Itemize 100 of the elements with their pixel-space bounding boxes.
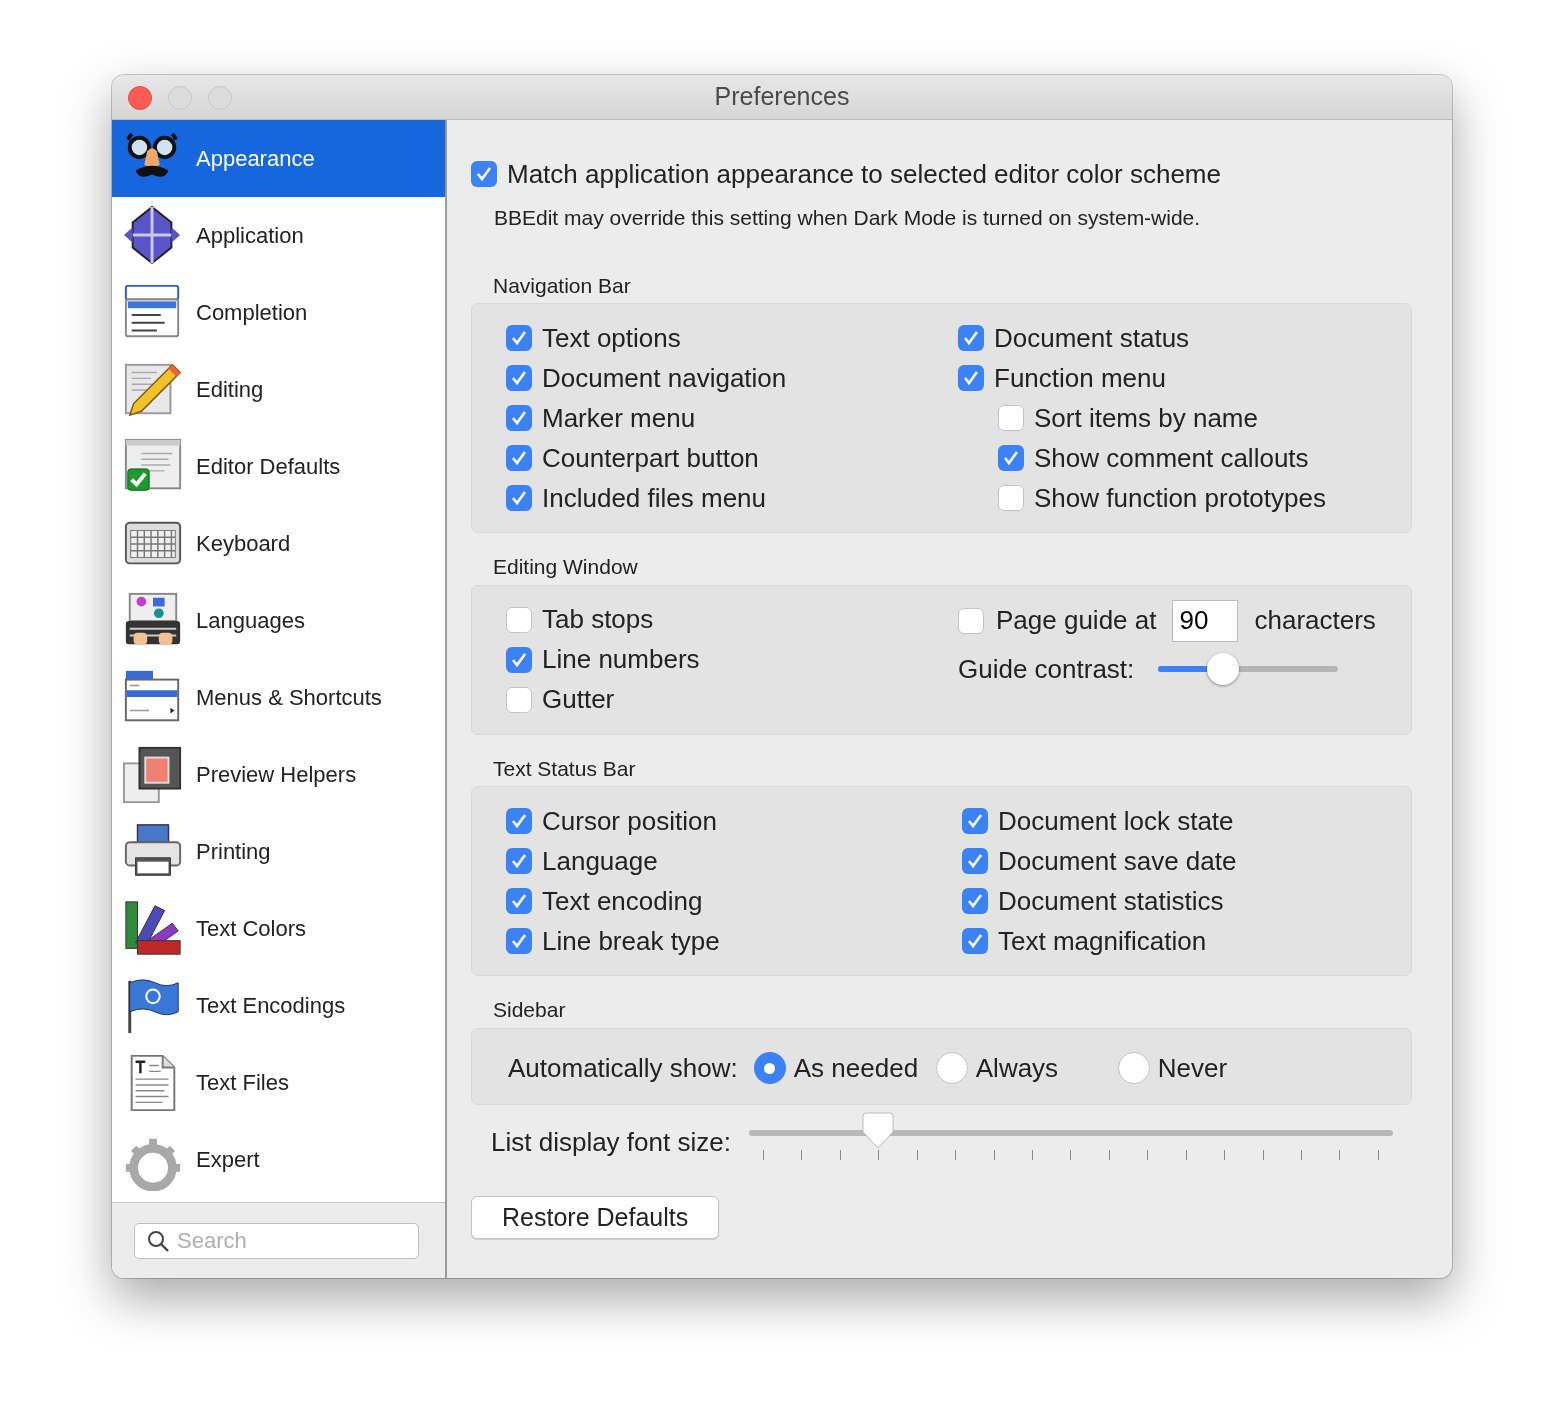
sidebar-item[interactable]: Keyboard [112, 505, 445, 582]
checkbox-label: Document navigation [542, 361, 787, 395]
slider-thumb[interactable] [1207, 653, 1240, 685]
checkbox[interactable] [506, 485, 532, 511]
sidebar-item[interactable]: Appearance [112, 120, 445, 197]
checkbox-label: Document lock state [998, 804, 1234, 838]
checkbox[interactable] [958, 365, 984, 391]
close-window-button[interactable] [128, 86, 152, 110]
sidebar-item[interactable]: Menus & Shortcuts [112, 659, 445, 736]
checkmark-icon [510, 852, 528, 870]
checkbox-label: Line numbers [542, 643, 700, 676]
slider-thumb[interactable] [862, 1112, 895, 1150]
checkbox-label: Tab stops [542, 603, 654, 636]
checkmark-icon [966, 812, 984, 830]
checkbox[interactable] [998, 485, 1024, 511]
checkmark-icon [962, 369, 980, 387]
description-text: BBEdit may override this setting when Dark Mode is turned on system-wide. [494, 205, 1202, 231]
checkbox-label: Show comment callouts [1034, 441, 1309, 475]
checkbox[interactable] [506, 606, 532, 633]
sidebar-item[interactable]: Printing [112, 813, 445, 890]
checkmark-icon [966, 852, 984, 870]
slider-label: Guide contrast: [958, 652, 1135, 686]
search-icon [146, 1228, 170, 1253]
search-field[interactable]: Search [134, 1222, 419, 1259]
radio-label: Never [1157, 1051, 1228, 1085]
checkbox-label: Match application appearance to selected editor color scheme [507, 157, 1221, 191]
checkbox[interactable] [471, 161, 497, 187]
checkbox-label: Language [542, 844, 658, 878]
radio-group-label: Automatically show: [508, 1051, 738, 1085]
checkmark-icon [510, 892, 528, 910]
checkmark-icon [510, 369, 528, 387]
radio-label: As needed [793, 1051, 919, 1085]
checkbox-label: Text options [542, 321, 681, 355]
checkbox-label: Sort items by name [1034, 401, 1258, 435]
sidebar-item[interactable]: Text Encodings [112, 967, 445, 1044]
checkbox[interactable] [506, 646, 532, 673]
checkbox-label: Document statistics [998, 884, 1224, 918]
restore-defaults-button[interactable]: Restore Defaults [471, 1195, 720, 1239]
sidebar-item[interactable]: Languages [112, 582, 445, 659]
checkbox[interactable] [506, 325, 532, 351]
checkbox-label: Counterpart button [542, 441, 759, 475]
checkbox[interactable] [962, 808, 988, 834]
checkmark-icon [510, 409, 528, 427]
checkbox[interactable] [506, 888, 532, 914]
radio-button[interactable] [935, 1052, 968, 1084]
section-title: Sidebar [493, 997, 567, 1023]
checkbox[interactable] [998, 445, 1024, 471]
sidebar-item[interactable]: Application [112, 197, 445, 274]
sidebar-item[interactable]: Text Files [112, 1044, 445, 1121]
sidebar-item[interactable]: Text Colors [112, 890, 445, 967]
checkbox[interactable] [998, 405, 1024, 431]
checkbox[interactable] [506, 365, 532, 391]
checkmark-icon [962, 329, 980, 347]
checkbox[interactable] [506, 445, 532, 471]
checkbox-label: Page guide at [996, 604, 1157, 637]
sidebar-item[interactable]: Completion [112, 274, 445, 351]
checkbox-label: Text encoding [542, 884, 703, 918]
checkbox[interactable] [506, 405, 532, 431]
checkbox-label: Gutter [542, 683, 615, 716]
sidebar-item[interactable]: Editor Defaults [112, 428, 445, 505]
checkbox[interactable] [506, 848, 532, 874]
sidebar-item[interactable]: Editing [112, 351, 445, 428]
unit-label: characters [1254, 604, 1376, 637]
checkbox-label: Document status [994, 321, 1190, 355]
checkbox-label: Text magnification [998, 924, 1207, 958]
sidebar-item[interactable]: Preview Helpers [112, 736, 445, 813]
checkmark-icon [475, 165, 493, 183]
checkbox[interactable] [506, 808, 532, 834]
checkmark-icon [510, 489, 528, 507]
checkmark-icon [966, 932, 984, 950]
slider-label: List display font size: [491, 1125, 731, 1159]
checkmark-icon [1002, 449, 1020, 467]
section-title: Navigation Bar [493, 272, 632, 299]
checkmark-icon [510, 812, 528, 830]
checkmark-icon [510, 449, 528, 467]
checkbox-label: Document save date [998, 844, 1237, 878]
checkbox[interactable] [506, 928, 532, 954]
radio-label: Always [975, 1051, 1059, 1085]
checkbox-label: Line break type [542, 924, 720, 958]
checkmark-icon [510, 932, 528, 950]
checkbox-label: Cursor position [542, 804, 717, 838]
guide-column-field[interactable]: 90 [1172, 599, 1239, 642]
checkmark-icon [510, 329, 528, 347]
checkbox[interactable] [958, 325, 984, 351]
checkbox-label: Marker menu [542, 401, 696, 435]
window-title: Preferences [714, 81, 850, 113]
checkbox-label: Included files menu [542, 481, 767, 515]
checkbox[interactable] [506, 686, 532, 713]
checkbox-label: Function menu [994, 361, 1166, 395]
checkbox[interactable] [962, 888, 988, 914]
section-title: Editing Window [493, 554, 639, 580]
sidebar-item[interactable]: Expert [112, 1121, 445, 1198]
checkbox-label: Show function prototypes [1034, 481, 1326, 515]
section-title: Text Status Bar [493, 755, 637, 782]
checkbox[interactable] [958, 607, 984, 634]
checkbox[interactable] [962, 848, 988, 874]
radio-button[interactable] [1117, 1052, 1150, 1084]
checkbox[interactable] [962, 928, 988, 954]
radio-button[interactable] [753, 1052, 786, 1084]
checkmark-icon [966, 892, 984, 910]
